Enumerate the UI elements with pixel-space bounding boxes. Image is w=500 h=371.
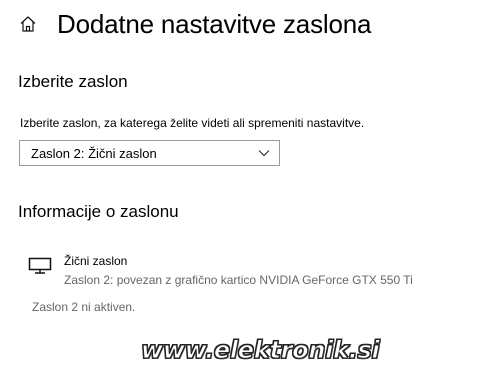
display-select-dropdown[interactable]: Zaslon 2: Žični zaslon	[19, 140, 280, 166]
page-title: Dodatne nastavitve zaslona	[57, 8, 372, 39]
select-display-description: Izberite zaslon, za katerega želite vide…	[20, 116, 365, 130]
home-icon[interactable]	[18, 14, 38, 34]
display-status: Zaslon 2 ni aktiven.	[32, 300, 136, 314]
chevron-down-icon	[258, 147, 270, 159]
monitor-icon	[28, 257, 52, 275]
display-name: Žični zaslon	[64, 254, 128, 268]
page-header: Dodatne nastavitve zaslona	[18, 6, 371, 42]
select-display-heading: Izberite zaslon	[18, 72, 128, 91]
display-detail: Zaslon 2: povezan z grafično kartico NVI…	[64, 273, 413, 287]
display-info-heading: Informacije o zaslonu	[18, 202, 179, 221]
watermark: www.elektronik.si	[140, 336, 380, 365]
display-select-value: Zaslon 2: Žični zaslon	[31, 145, 157, 161]
